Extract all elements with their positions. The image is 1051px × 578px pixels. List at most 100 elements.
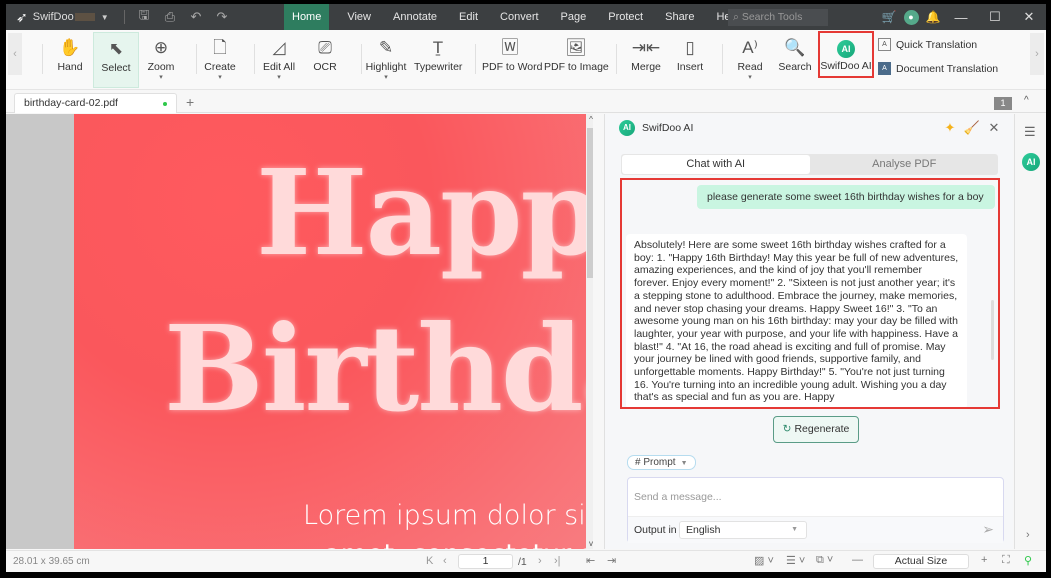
page-number-input[interactable]: 1: [458, 554, 513, 569]
last-page-icon[interactable]: ›|: [554, 555, 561, 567]
create-tool[interactable]: 🗋 Create ▾: [200, 32, 240, 88]
search-tools-icon: ⌕: [733, 11, 742, 23]
menu-edit[interactable]: Edit: [448, 4, 489, 30]
output-language-label: Output in: [634, 524, 677, 536]
add-tab-button[interactable]: +: [186, 93, 194, 111]
ocr-tool[interactable]: ⎚ OCR: [308, 32, 342, 88]
prev-page-icon[interactable]: ‹: [443, 555, 447, 567]
pdf-page[interactable]: Happy Birthday Lorem ipsum dolor sit ame…: [74, 114, 586, 549]
document-tab[interactable]: birthday-card-02.pdf: [14, 93, 177, 113]
output-language-select[interactable]: English ▼: [679, 521, 807, 539]
heading-birthday: Birthday: [164, 299, 586, 438]
menu-page[interactable]: Page: [550, 4, 598, 30]
search-doc-icon: 🔍: [784, 38, 806, 57]
expand-sidebar-icon[interactable]: ›: [1026, 529, 1030, 541]
ribbon-scroll-right[interactable]: ›: [1030, 33, 1044, 75]
right-sidebar: ☰ AI ›: [1014, 114, 1046, 549]
chevron-down-icon: ▼: [791, 526, 798, 533]
heading-happy: Happy: [256, 143, 586, 282]
typewriter-tool[interactable]: Ṯ Typewriter: [414, 32, 462, 88]
page-view-icon[interactable]: ⧉ ˅: [816, 554, 833, 567]
pin-icon[interactable]: ⚲: [1024, 554, 1032, 567]
app-menu[interactable]: ➶ SwifDoo ▼: [6, 9, 118, 26]
fullscreen-icon[interactable]: ⛶: [1002, 554, 1010, 567]
zoom-in-icon[interactable]: +: [981, 554, 987, 566]
settings-sliders-icon[interactable]: ☰: [1024, 124, 1036, 140]
tab-analyse-pdf[interactable]: Analyse PDF: [811, 154, 999, 175]
redo-icon[interactable]: ↷: [209, 9, 235, 25]
document-scrollbar[interactable]: ^ v: [586, 114, 593, 549]
body-text-2: amet, consectetur adipiscing: [324, 539, 586, 549]
menu-protect[interactable]: Protect: [597, 4, 654, 30]
page-layout-icon[interactable]: ☰ ˅: [786, 554, 805, 567]
swifdoo-logo-icon: ➶: [16, 8, 28, 25]
hand-icon: ✋: [59, 38, 81, 57]
regenerate-button[interactable]: ↻ Regenerate: [773, 416, 859, 443]
ribbon-toolbar: ‹ ✋ Hand ⬉ Select ⊕ Zoom ▾ 🗋 Create ▾ ◿ …: [6, 30, 1046, 90]
document-viewer: Happy Birthday Lorem ipsum dolor sit ame…: [6, 114, 593, 549]
background-fill-icon[interactable]: ▨ ˅: [754, 554, 774, 567]
divider: [254, 44, 255, 74]
ribbon-scroll-left[interactable]: ‹: [8, 33, 22, 75]
ai-panel-header: AI SwifDoo AI: [619, 120, 693, 136]
back-view-icon[interactable]: ⇤: [586, 554, 595, 567]
ai-sidebar-icon[interactable]: AI: [1022, 153, 1040, 171]
chat-scrollbar[interactable]: [991, 300, 994, 360]
scroll-up-icon[interactable]: ^: [587, 115, 593, 124]
sparkle-icon[interactable]: ✦: [939, 120, 961, 136]
insert-tool[interactable]: ▯ Insert: [672, 32, 708, 88]
search-tool[interactable]: 🔍 Search: [777, 32, 813, 88]
tool-label: Read: [737, 61, 763, 73]
tab-chat-with-ai[interactable]: Chat with AI: [622, 155, 810, 174]
zoom-level-field[interactable]: Actual Size: [873, 554, 969, 569]
cart-icon[interactable]: 🛒: [878, 10, 900, 24]
menu-annotate[interactable]: Annotate: [382, 4, 448, 30]
zoom-tool[interactable]: ⊕ Zoom ▾: [140, 32, 182, 88]
print-icon[interactable]: ⎙: [157, 9, 183, 25]
collapse-up-icon[interactable]: ^: [1024, 95, 1029, 106]
swifdoo-ai-tool[interactable]: AI SwifDoo AI: [818, 31, 874, 78]
tool-label: PDF to Image: [544, 61, 609, 73]
menu-convert[interactable]: Convert: [489, 4, 550, 30]
pdf-to-image-tool[interactable]: 🖼 PDF to Image: [544, 32, 609, 88]
account-button[interactable]: ●: [900, 9, 922, 25]
merge-icon: ⇥⇤: [631, 38, 661, 57]
select-tool[interactable]: ⬉ Select: [93, 32, 139, 88]
highlight-tool[interactable]: ✎ Highlight ▾: [364, 32, 408, 88]
quick-translation-button[interactable]: A Quick Translation: [878, 38, 977, 51]
minimize-button[interactable]: —: [944, 10, 978, 25]
swifdoo-ai-panel: AI SwifDoo AI ✦ 🧹 ✕ Chat with AI Analyse…: [604, 114, 1013, 549]
message-input[interactable]: [628, 478, 1003, 515]
read-tool[interactable]: A⁾ Read ▾: [734, 32, 766, 88]
edit-all-tool[interactable]: ◿ Edit All ▾: [258, 32, 300, 88]
scroll-down-icon[interactable]: v: [587, 539, 593, 548]
saved-status-dot: [163, 102, 167, 106]
menu-share[interactable]: Share: [654, 4, 705, 30]
typewriter-icon: Ṯ: [432, 38, 444, 57]
first-page-icon[interactable]: K: [426, 555, 433, 567]
hand-tool[interactable]: ✋ Hand: [48, 32, 92, 88]
menu-home[interactable]: Home: [284, 4, 330, 30]
send-icon[interactable]: ➢: [982, 521, 994, 538]
document-translation-button[interactable]: A Document Translation: [878, 62, 998, 75]
app-name: SwifDoo: [32, 11, 74, 23]
edit-icon: ◿: [272, 38, 286, 57]
close-button[interactable]: ✕: [1012, 9, 1046, 25]
undo-icon[interactable]: ↶: [183, 9, 209, 25]
prompt-dropdown[interactable]: # Prompt ▼: [627, 455, 696, 470]
merge-tool[interactable]: ⇥⇤ Merge: [626, 32, 666, 88]
next-page-icon[interactable]: ›: [538, 555, 542, 567]
bell-icon[interactable]: 🔔: [922, 10, 944, 24]
clear-chat-icon[interactable]: 🧹: [961, 120, 983, 136]
status-bar: 28.01 x 39.65 cm K ‹ 1 /1 › ›| ⇤ ⇥ ▨ ˅ ☰…: [6, 550, 1046, 572]
forward-view-icon[interactable]: ⇥: [607, 554, 616, 567]
maximize-button[interactable]: ☐: [978, 9, 1012, 25]
save-icon[interactable]: 🖫: [131, 6, 157, 28]
pdf-to-word-tool[interactable]: 🅆 PDF to Word: [482, 32, 543, 88]
close-panel-icon[interactable]: ✕: [983, 120, 1005, 136]
search-tools-input[interactable]: ⌕ Search Tools: [728, 9, 828, 26]
output-language-value: English: [686, 524, 721, 536]
menu-view[interactable]: View: [336, 4, 382, 30]
scrollbar-thumb[interactable]: [587, 128, 593, 278]
zoom-out-icon[interactable]: —: [852, 554, 863, 566]
